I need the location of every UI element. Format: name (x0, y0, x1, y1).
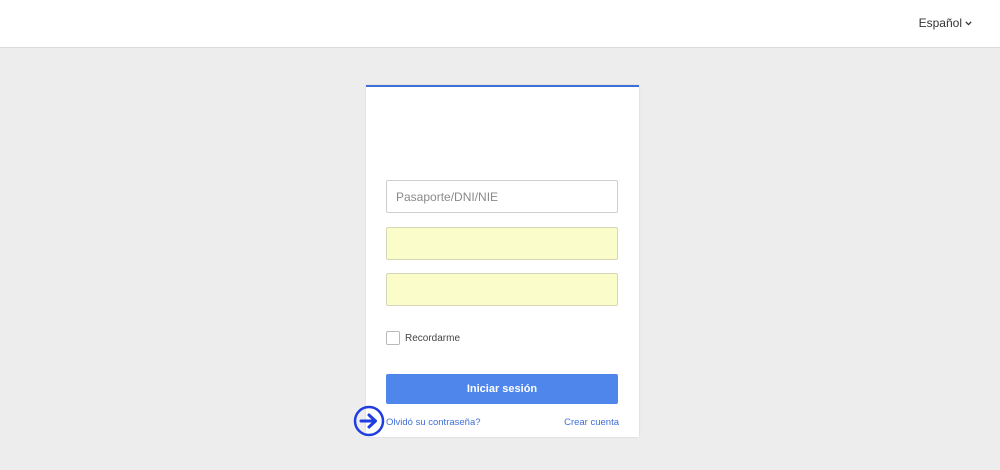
document-id-input[interactable] (386, 180, 618, 213)
remember-me-checkbox[interactable] (386, 331, 400, 345)
username-input[interactable] (386, 227, 618, 260)
language-label: Español (918, 16, 962, 30)
chevron-down-icon (965, 20, 972, 25)
create-account-link[interactable]: Crear cuenta (564, 417, 619, 428)
login-card: Recordarme Iniciar sesión Olvidó su cont… (366, 85, 639, 437)
remember-me[interactable]: Recordarme (386, 331, 460, 345)
password-input[interactable] (386, 273, 618, 306)
login-button[interactable]: Iniciar sesión (386, 374, 618, 404)
forgot-password-link[interactable]: Olvidó su contraseña? (386, 417, 481, 428)
language-selector[interactable]: Español (919, 16, 972, 30)
arrow-right-circle-icon (353, 405, 385, 437)
remember-me-label: Recordarme (405, 332, 461, 344)
top-bar: Español (0, 0, 1000, 48)
